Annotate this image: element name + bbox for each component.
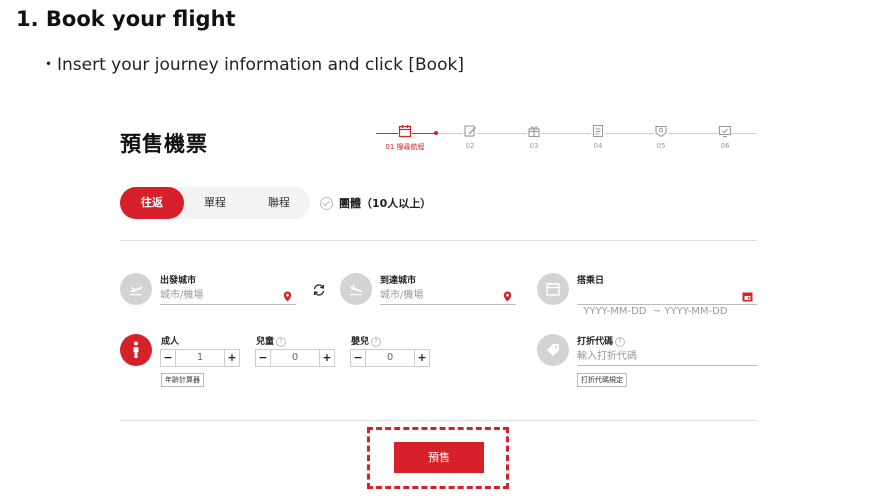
book-button[interactable]: 預售 (394, 442, 484, 473)
step-label: 05 (656, 142, 666, 150)
tag-icon (537, 334, 569, 366)
step-label: 06 (720, 142, 730, 150)
step-2: 02 (450, 124, 490, 150)
date-label: 搭乘日 (577, 276, 605, 286)
adult-stepper: − 1 + (160, 349, 240, 367)
step-label: 03 (529, 142, 539, 150)
step-label: 01 搜尋航程 (385, 143, 425, 151)
infant-minus-button[interactable]: − (351, 350, 365, 366)
child-minus-button[interactable]: − (256, 350, 270, 366)
help-icon[interactable]: ? (371, 336, 382, 347)
tab-round-trip[interactable]: 往返 (120, 187, 184, 219)
page-title: 預售機票 (120, 132, 208, 156)
infant-stepper: − 0 + (350, 349, 430, 367)
document-icon (591, 124, 605, 138)
child-plus-button[interactable]: + (320, 350, 334, 366)
check-circle-icon (320, 196, 333, 210)
step-label: 04 (593, 142, 603, 150)
divider-bottom (120, 420, 757, 421)
instruction-heading: 1. Book your flight (16, 7, 236, 31)
promo-label: 打折代碼 (577, 337, 614, 347)
promo-label-row: 打折代碼? (577, 334, 626, 347)
calendar-icon (398, 124, 412, 138)
step-1: 01 搜尋航程 (385, 124, 425, 152)
adult-minus-button[interactable]: − (161, 350, 175, 366)
destination-placeholder: 城市/機場 (380, 290, 424, 301)
swap-icon[interactable] (312, 283, 326, 297)
adult-count[interactable]: 1 (175, 350, 225, 366)
edit-icon (463, 124, 477, 138)
passenger-icon (120, 334, 152, 366)
calendar-icon (742, 292, 753, 302)
promo-code-input[interactable]: 輸入打折代碼 (577, 349, 757, 366)
promo-placeholder: 輸入打折代碼 (577, 351, 637, 362)
gift-icon (527, 124, 541, 138)
infant-label: 嬰兒 (351, 337, 370, 347)
date-placeholder: YYYY-MM-DD ~ YYYY-MM-DD (583, 306, 728, 317)
help-icon[interactable]: ? (615, 336, 626, 347)
infant-plus-button[interactable]: + (415, 350, 429, 366)
id-card-icon (654, 124, 668, 138)
tab-one-way[interactable]: 單程 (184, 187, 246, 219)
step-5: 05 (641, 124, 681, 150)
date-range-input[interactable]: YYYY-MM-DD ~ YYYY-MM-DD (577, 288, 757, 317)
takeoff-icon (120, 273, 152, 305)
location-pin-icon (503, 291, 512, 302)
destination-label: 到達城市 (380, 276, 417, 286)
step-3: 03 (514, 124, 554, 150)
step-label: 02 (465, 142, 475, 150)
origin-placeholder: 城市/機場 (160, 290, 204, 301)
step-6: 06 (705, 124, 745, 150)
child-label: 兒童 (256, 337, 275, 347)
stepper-progress-dot (434, 131, 438, 135)
infant-count[interactable]: 0 (365, 350, 415, 366)
origin-label: 出發城市 (160, 276, 197, 286)
promo-rules-button[interactable]: 打折代碼規定 (577, 373, 627, 387)
group-booking-checkbox[interactable]: 團體（10人以上） (320, 195, 431, 211)
calendar-circle-icon (537, 273, 569, 305)
age-calculator-button[interactable]: 年齡計算器 (161, 373, 204, 387)
monitor-icon (718, 124, 732, 138)
child-label-row: 兒童? (256, 334, 287, 347)
step-4: 04 (578, 124, 618, 150)
booking-stepper: 01 搜尋航程 02 03 04 05 06 (376, 124, 756, 158)
origin-input[interactable]: 城市/機場 (160, 288, 296, 305)
tab-multi-city[interactable]: 聯程 (248, 187, 310, 219)
trip-type-tabs: 往返 單程 聯程 (120, 187, 310, 219)
adult-label: 成人 (161, 337, 180, 347)
help-icon[interactable]: ? (276, 336, 287, 347)
group-booking-label: 團體（10人以上） (339, 197, 432, 210)
landing-icon (340, 273, 372, 305)
child-stepper: − 0 + (255, 349, 335, 367)
instruction-text: ・Insert your journey information and cli… (40, 55, 464, 75)
divider-top (120, 240, 757, 241)
location-pin-icon (283, 291, 292, 302)
infant-label-row: 嬰兒? (351, 334, 382, 347)
destination-input[interactable]: 城市/機場 (380, 288, 516, 305)
child-count[interactable]: 0 (270, 350, 320, 366)
adult-plus-button[interactable]: + (225, 350, 239, 366)
